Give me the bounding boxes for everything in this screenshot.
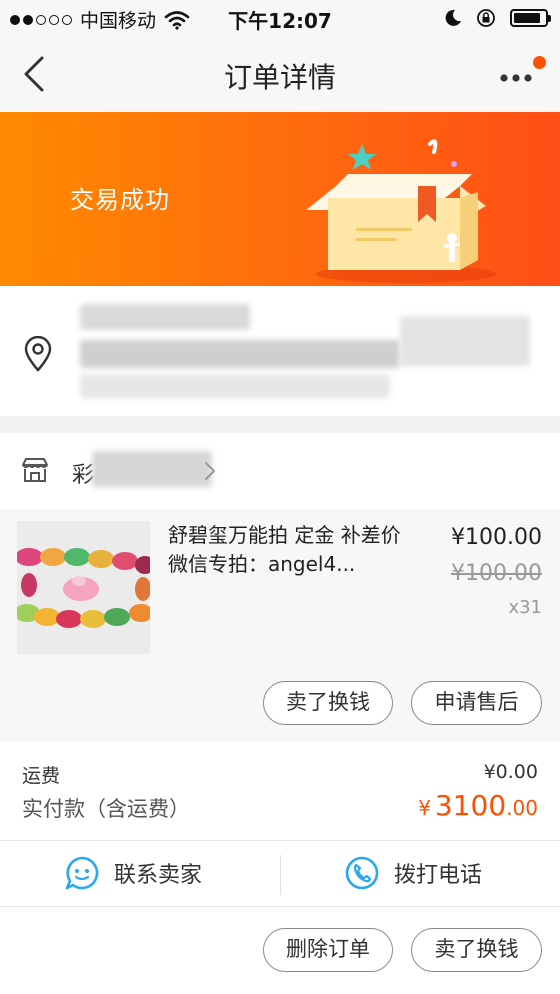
phone-icon xyxy=(345,856,379,890)
shipping-address[interactable] xyxy=(0,286,560,416)
product-title[interactable]: 舒碧玺万能拍 定金 补差价 微信专拍：angel4... xyxy=(168,521,412,579)
paid-decimal: .00 xyxy=(506,796,538,820)
address-redacted-line-1 xyxy=(80,304,250,330)
rotation-lock-icon xyxy=(477,9,495,27)
paid-integer: 3100 xyxy=(434,789,507,822)
order-status-banner: 交易成功 xyxy=(0,112,560,286)
contact-seller-button[interactable]: 联系卖家 xyxy=(64,855,202,891)
shop-row[interactable]: 彩 xyxy=(0,433,560,509)
shop-name: 彩 xyxy=(72,463,95,488)
battery-icon xyxy=(510,9,551,27)
paid-label: 实付款（含运费） xyxy=(22,797,190,821)
footer-sell-for-cash-button[interactable]: 卖了换钱 xyxy=(411,928,542,972)
product-original-price: ¥100.00 xyxy=(451,561,542,586)
call-phone-button[interactable]: 拨打电话 xyxy=(344,855,482,891)
after-sales-button[interactable]: 申请售后 xyxy=(411,681,542,725)
paid-currency: ¥ xyxy=(418,796,431,820)
contact-bar: 联系卖家 拨打电话 xyxy=(0,841,560,907)
paid-amount: ¥3100.00 xyxy=(418,789,538,822)
contact-seller-label: 联系卖家 xyxy=(114,863,203,888)
shipping-label: 运费 xyxy=(22,765,61,787)
page-title: 订单详情 xyxy=(223,61,336,94)
package-box-icon xyxy=(306,139,496,283)
address-redacted-line-3 xyxy=(400,316,530,366)
address-redacted-line-4 xyxy=(80,374,390,398)
shop-name-redacted xyxy=(92,451,212,487)
chat-bubble-icon xyxy=(65,856,99,890)
status-bar-right xyxy=(444,8,551,28)
notification-badge xyxy=(533,56,546,69)
product-quantity: x31 xyxy=(508,597,542,618)
status-bar: 中国移动 下午12:07 xyxy=(0,0,560,36)
call-phone-label: 拨打电话 xyxy=(394,863,483,888)
shop-icon xyxy=(22,458,48,482)
product-thumbnail[interactable] xyxy=(17,521,150,654)
delete-order-button[interactable]: 删除订单 xyxy=(263,928,393,972)
location-pin-icon xyxy=(24,336,52,372)
address-redacted-line-2 xyxy=(80,340,400,368)
product-price: ¥100.00 xyxy=(451,525,542,550)
chevron-right-icon xyxy=(205,462,215,480)
sell-for-cash-button[interactable]: 卖了换钱 xyxy=(263,681,393,725)
battery-level xyxy=(514,13,540,23)
footer-actions: 删除订单 卖了换钱 xyxy=(0,907,560,994)
shipping-value: ¥0.00 xyxy=(483,761,538,783)
order-totals: 运费 ¥0.00 实付款（含运费） ¥3100.00 xyxy=(0,741,560,841)
moon-icon xyxy=(445,9,461,26)
order-status-text: 交易成功 xyxy=(70,186,170,214)
nav-bar: 订单详情 xyxy=(0,36,560,112)
contact-divider xyxy=(280,855,281,895)
product-item[interactable]: 舒碧玺万能拍 定金 补差价 微信专拍：angel4... ¥100.00 ¥10… xyxy=(0,509,560,741)
